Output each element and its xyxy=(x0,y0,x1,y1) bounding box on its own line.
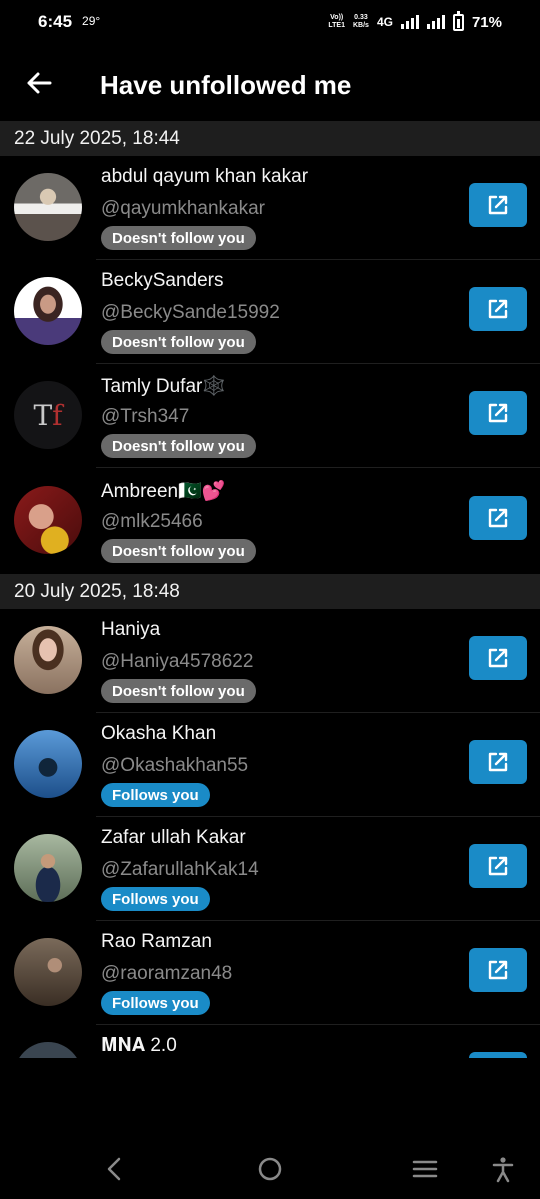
menu-lines-icon[interactable] xyxy=(410,1154,440,1184)
avatar xyxy=(14,1042,82,1058)
list-item[interactable]: abdul qayum khan kakar @qayumkhankakar D… xyxy=(0,156,540,260)
user-handle: @BeckySande15992 xyxy=(101,302,280,323)
avatar xyxy=(14,938,82,1006)
external-link-icon xyxy=(488,403,508,423)
external-link-icon xyxy=(488,648,508,668)
divider xyxy=(96,467,540,468)
status-badge: Follows you xyxy=(101,887,210,911)
network-speed: 0.33 KB/s xyxy=(353,14,369,29)
status-time: 6:45 xyxy=(38,12,73,31)
user-name: Haniya xyxy=(101,619,161,640)
external-link-icon xyxy=(488,856,508,876)
open-profile-button[interactable] xyxy=(469,740,527,784)
user-name: BeckySanders xyxy=(101,270,224,291)
avatar xyxy=(14,730,82,798)
open-profile-button[interactable] xyxy=(469,1052,527,1058)
user-name: Zafar ullah Kakar xyxy=(101,827,246,848)
external-link-icon xyxy=(488,195,508,215)
open-profile-button[interactable] xyxy=(469,183,527,227)
battery-percent: 71% xyxy=(471,13,502,31)
open-profile-button[interactable] xyxy=(469,948,527,992)
list-item[interactable]: Okasha Khan @Okashakhan55 Follows you xyxy=(0,713,540,817)
volte-indicator: Vo)) LTE1 xyxy=(328,14,345,29)
list-item[interactable]: Tf Tamly Dufar🕸️ @Trsh347 Doesn't follow… xyxy=(0,364,540,468)
user-handle: @qayumkhankakar xyxy=(101,198,265,219)
list-item[interactable]: BeckySanders @BeckySande15992 Doesn't fo… xyxy=(0,260,540,364)
avatar xyxy=(14,277,82,345)
external-link-icon xyxy=(488,960,508,980)
user-name: abdul qayum khan kakar xyxy=(101,166,309,187)
chevron-left-icon[interactable] xyxy=(100,1154,130,1184)
battery-icon xyxy=(452,10,464,31)
external-link-icon xyxy=(488,752,508,772)
user-name: Okasha Khan xyxy=(101,723,217,744)
date-header: 22 July 2025, 18:44 xyxy=(0,121,540,156)
user-handle: @raoramzan48 xyxy=(101,963,233,984)
external-link-icon xyxy=(488,299,508,319)
open-profile-button[interactable] xyxy=(469,844,527,888)
page-title: Have unfollowed me xyxy=(100,70,352,100)
user-handle: @Trsh347 xyxy=(101,406,190,427)
user-handle: @mlk25466 xyxy=(101,511,203,532)
list-item[interactable]: Ambreen🇵🇰💕 @mlk25466 Doesn't follow you xyxy=(0,469,540,573)
network-type: 4G xyxy=(376,15,393,29)
user-name: Tamly Dufar🕸️ xyxy=(101,376,227,397)
avatar: Tf xyxy=(14,381,82,449)
status-badge: Doesn't follow you xyxy=(101,226,256,250)
external-link-icon xyxy=(488,508,508,528)
status-badge: Follows you xyxy=(101,991,210,1015)
avatar xyxy=(14,834,82,902)
status-indicators: Vo)) LTE1 0.33 KB/s 4G 71% xyxy=(328,10,502,31)
user-name: Ambreen🇵🇰💕 xyxy=(101,481,226,502)
list-item[interactable]: Zafar ullah Kakar @ZafarullahKak14 Follo… xyxy=(0,817,540,921)
system-nav-bar xyxy=(0,1140,540,1199)
status-temperature: 29° xyxy=(82,14,101,28)
open-profile-button[interactable] xyxy=(469,287,527,331)
avatar xyxy=(14,173,82,241)
status-badge: Doesn't follow you xyxy=(101,330,256,354)
arrow-left-icon[interactable] xyxy=(24,68,54,98)
avatar xyxy=(14,626,82,694)
user-name: 𝐌𝐍𝐀 2.0 xyxy=(101,1035,177,1056)
user-handle: @Okashakhan55 xyxy=(101,755,249,776)
signal-icon xyxy=(400,15,419,29)
avatar xyxy=(14,486,82,554)
status-bar: 6:45 29° Vo)) LTE1 0.33 KB/s 4G 71% xyxy=(0,0,540,44)
app-header: Have unfollowed me xyxy=(0,50,540,120)
open-profile-button[interactable] xyxy=(469,636,527,680)
list-item[interactable]: Rao Ramzan @raoramzan48 Follows you xyxy=(0,921,540,1025)
status-badge: Doesn't follow you xyxy=(101,679,256,703)
open-profile-button[interactable] xyxy=(469,391,527,435)
list-item[interactable]: 𝐌𝐍𝐀 2.0 xyxy=(0,1025,540,1058)
accessibility-icon[interactable] xyxy=(488,1154,518,1184)
date-header: 20 July 2025, 18:48 xyxy=(0,574,540,609)
status-badge: Follows you xyxy=(101,783,210,807)
user-handle: @ZafarullahKak14 xyxy=(101,859,259,880)
signal-icon xyxy=(426,15,445,29)
status-badge: Doesn't follow you xyxy=(101,539,256,563)
circle-home-icon[interactable] xyxy=(255,1154,285,1184)
list-item[interactable]: Haniya @Haniya4578622 Doesn't follow you xyxy=(0,609,540,713)
user-handle: @Haniya4578622 xyxy=(101,651,254,672)
user-name: Rao Ramzan xyxy=(101,931,212,952)
open-profile-button[interactable] xyxy=(469,496,527,540)
status-badge: Doesn't follow you xyxy=(101,434,256,458)
